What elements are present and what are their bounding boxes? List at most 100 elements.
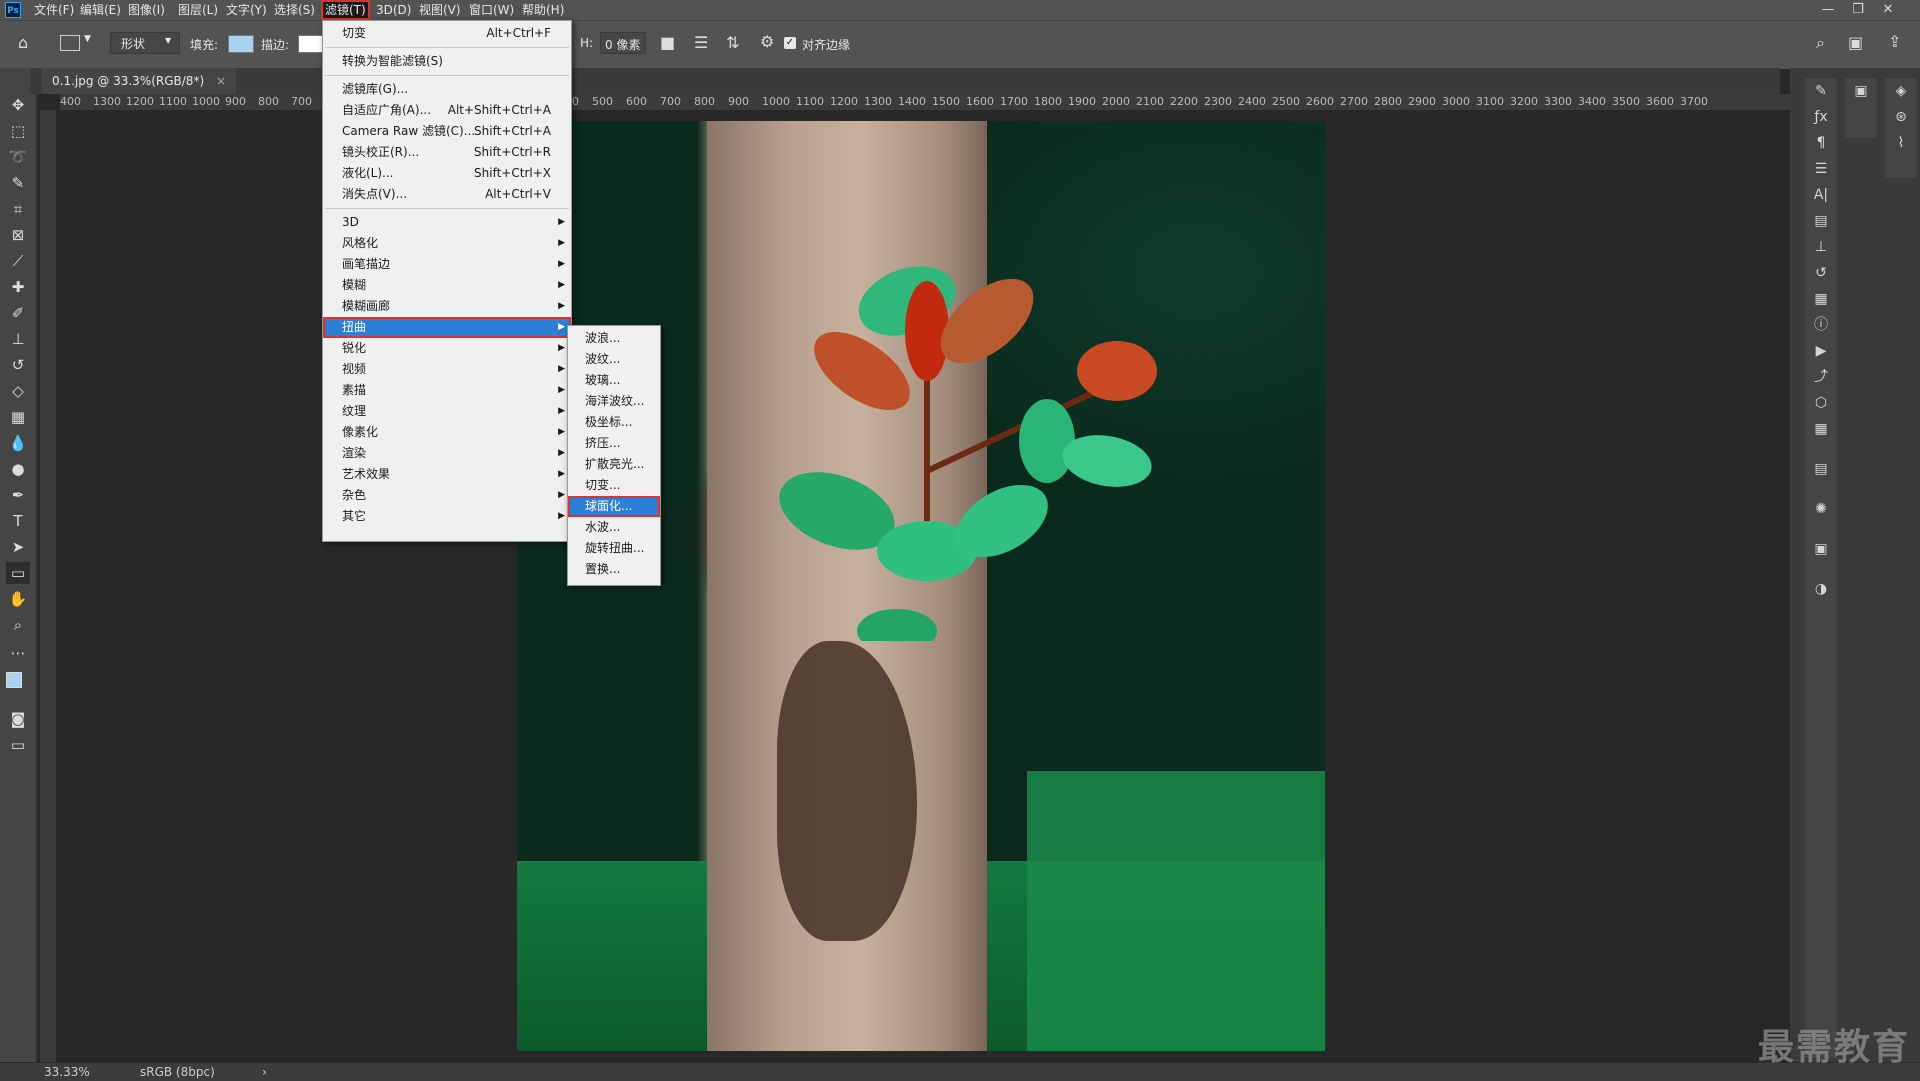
gradient-tool-icon[interactable]: ▦ <box>6 406 30 428</box>
adjustments-sliders-icon[interactable]: ☰ <box>1805 156 1837 182</box>
paths-icon[interactable]: ⤴ <box>1805 364 1837 390</box>
path-selection-tool-icon[interactable]: ➤ <box>6 536 30 558</box>
stroke-color-swatch[interactable] <box>298 35 324 53</box>
filter-menu-item[interactable]: 锐化 ▶ <box>323 338 571 359</box>
clone-source-icon[interactable]: ⊥ <box>1805 234 1837 260</box>
height-input[interactable]: 0 像素 <box>600 32 646 54</box>
brush-settings-icon[interactable]: ✎ <box>1805 78 1837 104</box>
notes-icon[interactable]: ▤ <box>1805 456 1837 482</box>
color-panel-icon[interactable]: ▣ <box>1845 78 1877 104</box>
filter-menu-item[interactable]: 消失点(V)... Alt+Ctrl+V <box>323 184 571 205</box>
menu-4[interactable]: 图层(L) <box>174 0 222 20</box>
filter-menu-item[interactable]: 液化(L)... Shift+Ctrl+X <box>323 163 571 184</box>
filter-menu-item[interactable]: Camera Raw 滤镜(C)... Shift+Ctrl+A <box>323 121 571 142</box>
distort-submenu-item[interactable]: 挤压... <box>568 433 660 454</box>
table-icon[interactable]: ▦ <box>1805 416 1837 442</box>
gear-icon[interactable]: ⚙ <box>760 32 774 51</box>
filter-menu-item[interactable]: 纹理 ▶ <box>323 401 571 422</box>
filter-menu-item[interactable]: 渲染 ▶ <box>323 443 571 464</box>
document-tab[interactable]: 0.1.jpg @ 33.3%(RGB/8*) × <box>42 68 237 94</box>
channels-icon[interactable]: ⊛ <box>1885 104 1917 130</box>
clone-stamp-tool-icon[interactable]: ⊥ <box>6 328 30 350</box>
distort-submenu-item[interactable]: 切变... <box>568 475 660 496</box>
foreground-color-swatch[interactable] <box>6 672 22 688</box>
paragraph-icon[interactable]: ¶ <box>1805 130 1837 156</box>
zoom-level[interactable]: 33.33% <box>44 1063 90 1081</box>
crop-tool-icon[interactable]: ⌗ <box>6 198 30 220</box>
hand-tool-icon[interactable]: ✋ <box>6 588 30 610</box>
menu-10[interactable]: 窗口(W) <box>465 0 518 20</box>
path-panel-icon[interactable]: ⌇ <box>1885 130 1917 156</box>
filter-menu-item[interactable]: 自适应广角(A)... Alt+Shift+Ctrl+A <box>323 100 571 121</box>
filter-menu-item[interactable]: 滤镜库(G)... <box>323 79 571 100</box>
distort-submenu-item[interactable]: 旋转扭曲... <box>568 538 660 559</box>
share-icon[interactable]: ⇪ <box>1888 32 1901 51</box>
brush-tool-icon[interactable]: ✐ <box>6 302 30 324</box>
glyphs-icon[interactable]: ▤ <box>1805 208 1837 234</box>
more-tools-icon[interactable]: ⋯ <box>6 642 30 664</box>
distort-submenu-item[interactable]: 波浪... <box>568 328 660 349</box>
minimize-button[interactable]: — <box>1813 0 1843 20</box>
path-arrangement-icon[interactable]: ⇅ <box>726 33 739 52</box>
filter-menu-item[interactable]: 切变 Alt+Ctrl+F <box>323 23 571 44</box>
filter-menu-item[interactable]: 风格化 ▶ <box>323 233 571 254</box>
styles-fx-icon[interactable]: ƒx <box>1805 104 1837 130</box>
fill-color-swatch[interactable] <box>228 35 254 53</box>
filter-menu-item[interactable]: 镜头校正(R)... Shift+Ctrl+R <box>323 142 571 163</box>
chevron-down-icon[interactable]: ▼ <box>84 34 91 44</box>
quick-selection-tool-icon[interactable]: ✎ <box>6 172 30 194</box>
pen-tool-icon[interactable]: ✒ <box>6 484 30 506</box>
menu-5[interactable]: 文字(Y) <box>222 0 271 20</box>
filter-menu-item[interactable]: 模糊画廊 ▶ <box>323 296 571 317</box>
filter-menu-item[interactable]: 素描 ▶ <box>323 380 571 401</box>
layers-icon[interactable]: ◈ <box>1885 78 1917 104</box>
document-image[interactable] <box>517 121 1325 1051</box>
zoom-tool-icon[interactable]: ⌕ <box>6 614 30 636</box>
menu-7[interactable]: 滤镜(T) <box>321 0 370 20</box>
layer-comps-icon[interactable]: ▣ <box>1805 536 1837 562</box>
close-tab-icon[interactable]: × <box>216 74 226 88</box>
frame-tool-icon[interactable]: ⊠ <box>6 224 30 246</box>
move-tool-icon[interactable]: ✥ <box>6 94 30 116</box>
filter-menu-item[interactable]: 画笔描边 ▶ <box>323 254 571 275</box>
character-icon[interactable]: A| <box>1805 182 1837 208</box>
close-window-button[interactable]: ✕ <box>1873 0 1903 20</box>
distort-submenu-item[interactable]: 置换... <box>568 559 660 580</box>
align-edges-checkbox[interactable]: ✓ <box>784 37 796 49</box>
filter-menu-item[interactable]: 模糊 ▶ <box>323 275 571 296</box>
dodge-tool-icon[interactable]: ● <box>6 458 30 480</box>
history-icon[interactable]: ↺ <box>1805 260 1837 286</box>
restore-button[interactable]: ❐ <box>1843 0 1873 20</box>
menu-3[interactable]: 图像(I) <box>124 0 169 20</box>
search-icon[interactable]: ⌕ <box>1816 33 1825 53</box>
distort-submenu-item[interactable]: 水波... <box>568 517 660 538</box>
adjustments-icon[interactable]: ◑ <box>1805 576 1837 602</box>
filter-menu-item[interactable]: 其它 ▶ <box>323 506 571 527</box>
shape-tool-preset-icon[interactable] <box>60 35 80 51</box>
distort-submenu-item[interactable]: 扩散亮光... <box>568 454 660 475</box>
marquee-tool-icon[interactable]: ⬚ <box>6 120 30 142</box>
filter-menu-item[interactable]: 杂色 ▶ <box>323 485 571 506</box>
filter-menu-item[interactable]: 视频 ▶ <box>323 359 571 380</box>
blur-tool-icon[interactable]: 💧 <box>6 432 30 454</box>
info-icon[interactable]: ⓘ <box>1805 312 1837 338</box>
history-brush-tool-icon[interactable]: ↺ <box>6 354 30 376</box>
home-icon[interactable]: ⌂ <box>18 33 28 52</box>
libraries-icon[interactable]: ▦ <box>1805 286 1837 312</box>
eyedropper-tool-icon[interactable]: ⟋ <box>6 250 30 272</box>
distort-submenu-item[interactable]: 球面化... <box>568 496 660 517</box>
healing-brush-tool-icon[interactable]: ✚ <box>6 276 30 298</box>
lasso-tool-icon[interactable]: ➰ <box>6 146 30 168</box>
distort-submenu-item[interactable]: 波纹... <box>568 349 660 370</box>
type-tool-icon[interactable]: T <box>6 510 30 532</box>
menu-1[interactable]: 文件(F) <box>30 0 78 20</box>
menu-8[interactable]: 3D(D) <box>372 0 415 20</box>
path-operations-icon[interactable]: ■ <box>660 33 675 52</box>
screen-mode-icon[interactable]: ▭ <box>6 734 30 756</box>
status-menu-arrow-icon[interactable]: › <box>262 1063 267 1081</box>
actions-play-icon[interactable]: ▶ <box>1805 338 1837 364</box>
menu-11[interactable]: 帮助(H) <box>518 0 568 20</box>
path-alignment-icon[interactable]: ☰ <box>694 33 708 52</box>
distort-submenu-item[interactable]: 极坐标... <box>568 412 660 433</box>
quick-mask-icon[interactable]: ◙ <box>6 708 30 730</box>
